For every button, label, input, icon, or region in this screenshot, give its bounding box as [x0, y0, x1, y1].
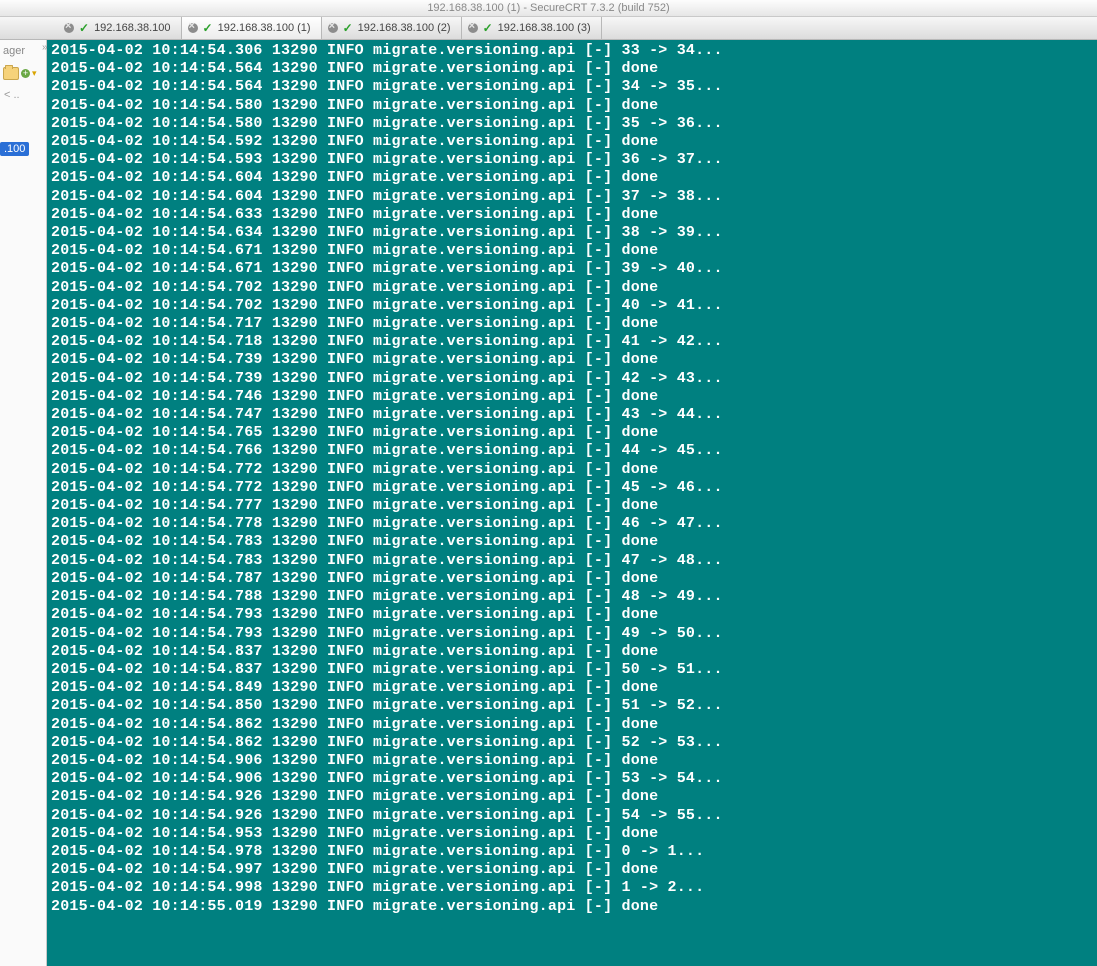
sidebar-header: ager — [0, 40, 28, 62]
terminal-output[interactable]: 2015-04-02 10:14:54.306 13290 INFO migra… — [47, 40, 1097, 966]
close-icon[interactable] — [468, 23, 478, 33]
folder-icon — [3, 67, 19, 80]
session-manager-sidebar: ager + ▾ < .. .100 — [0, 40, 47, 966]
tab-label: 192.168.38.100 (2) — [358, 22, 451, 34]
main-body: ager + ▾ < .. .100 » 2015-04-02 10:14:54… — [0, 40, 1097, 966]
tab-label: 192.168.38.100 — [94, 22, 170, 34]
sidebar-nav-up[interactable]: < .. — [0, 84, 23, 106]
close-icon[interactable] — [188, 23, 198, 33]
window-title: 192.168.38.100 (1) - SecureCRT 7.3.2 (bu… — [0, 0, 1097, 17]
sidebar-toolbar[interactable]: + ▾ — [0, 62, 40, 84]
session-tab-3[interactable]: ✓ 192.168.38.100 (3) — [462, 17, 602, 39]
plus-icon: + — [21, 69, 30, 78]
close-icon[interactable] — [64, 23, 74, 33]
connected-check-icon: ✓ — [203, 21, 213, 35]
connected-check-icon: ✓ — [483, 21, 493, 35]
sidebar-selected-host[interactable]: .100 — [0, 142, 29, 156]
terminal-pane: 2015-04-02 10:14:54.306 13290 INFO migra… — [47, 40, 1097, 966]
connected-check-icon: ✓ — [79, 21, 89, 35]
connected-check-icon: ✓ — [343, 21, 353, 35]
app-window: 192.168.38.100 (1) - SecureCRT 7.3.2 (bu… — [0, 0, 1097, 966]
close-icon[interactable] — [328, 23, 338, 33]
session-tab-0[interactable]: ✓ 192.168.38.100 — [58, 17, 182, 39]
tab-bar: ✓ 192.168.38.100 ✓ 192.168.38.100 (1) ✓ … — [0, 17, 1097, 40]
tab-label: 192.168.38.100 (1) — [218, 22, 311, 34]
sidebar-header-text: ager — [3, 45, 25, 57]
session-tab-2[interactable]: ✓ 192.168.38.100 (2) — [322, 17, 462, 39]
session-tab-1[interactable]: ✓ 192.168.38.100 (1) — [182, 17, 322, 39]
tab-label: 192.168.38.100 (3) — [498, 22, 591, 34]
collapse-arrow-icon[interactable]: » — [42, 42, 48, 53]
chevron-down-icon: ▾ — [32, 68, 37, 79]
